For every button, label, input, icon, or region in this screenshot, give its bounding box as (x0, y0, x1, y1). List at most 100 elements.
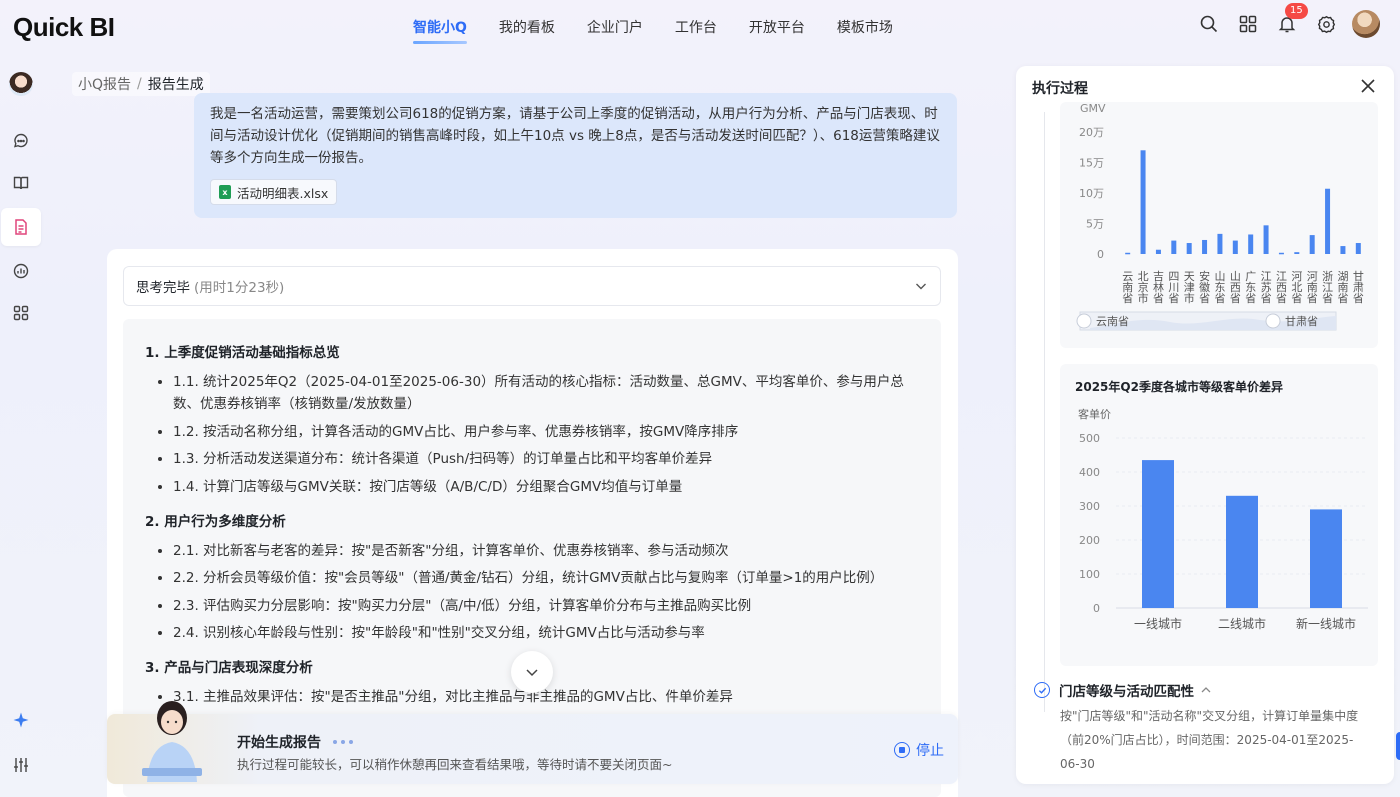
edge-handle[interactable] (1396, 732, 1400, 760)
nav-item-workbench[interactable]: 工作台 (675, 17, 717, 37)
scroll-down-button[interactable] (511, 651, 553, 693)
sparkle-icon[interactable] (6, 705, 36, 735)
plan-item: 2.2. 分析会员等级价值：按"会员等级"（普通/黄金/钻石）分组，统计GMV贡… (173, 567, 919, 589)
bar (1140, 150, 1146, 254)
chart-card-city-tier: 2025年Q2季度各城市等级客单价差异 客单价 0 100 200 300 400 500 一… (1060, 364, 1378, 666)
x-tick-label: 湖南省 (1337, 270, 1348, 305)
book-icon[interactable] (6, 168, 36, 198)
range-slider-end-label: 甘肃省 (1285, 315, 1318, 328)
y-tick-label: 0 (1097, 248, 1104, 261)
nav-item-dashboards[interactable]: 我的看板 (499, 17, 555, 37)
y-tick-label: 200 (1079, 534, 1100, 547)
generating-title: 开始生成报告 (237, 735, 321, 751)
bar (1142, 460, 1174, 608)
header-actions: 15 (1182, 3, 1380, 38)
plan-item: 3.1. 主推品效果评估：按"是否主推品"分组，对比主推品与非主推品的GMV占比… (173, 686, 919, 708)
check-circle-icon (1034, 682, 1050, 698)
step-description: 按"门店等级"和"活动名称"交叉分组，计算订单量集中度（前20%门店占比），时间… (1060, 709, 1359, 771)
loading-dots (333, 740, 357, 744)
notification-bell-icon[interactable]: 15 (1275, 3, 1308, 36)
x-tick-label: 天津市 (1184, 270, 1195, 305)
breadcrumb: 小Q报告 / 报告生成 (72, 72, 210, 96)
y-tick-label: 100 (1079, 568, 1100, 581)
attachment-chip[interactable]: x 活动明细表.xlsx (210, 179, 338, 205)
bar (1232, 240, 1238, 254)
y-tick-label: 20万 (1079, 126, 1104, 139)
range-slider-handle-start (1076, 313, 1092, 329)
plan-item: 1.4. 计算门店等级与GMV关联：按门店等级（A/B/C/D）分组聚合GMV均… (173, 476, 919, 498)
thinking-duration: (用时1分23秒) (194, 280, 285, 296)
stop-icon (894, 742, 910, 758)
analytics-icon[interactable] (6, 256, 36, 286)
close-icon[interactable] (1360, 78, 1376, 98)
x-tick-label: 四川省 (1168, 270, 1179, 305)
y-tick-label: 400 (1079, 466, 1100, 479)
main-nav: 智能小Q 我的看板 企业门户 工作台 开放平台 模板市场 (413, 0, 925, 54)
bar (1263, 225, 1269, 254)
user-query-bubble: 我是一名活动运营，需要策划公司618的促销方案，请基于公司上季度的促销活动，从用… (194, 93, 957, 218)
y-axis-label: GMV (1080, 102, 1106, 115)
gear-icon[interactable] (1314, 12, 1338, 36)
timeline-line (1044, 112, 1045, 712)
bar (1340, 246, 1346, 254)
search-icon[interactable] (1197, 12, 1221, 36)
bar (1278, 252, 1284, 255)
bar (1310, 509, 1342, 608)
grid-apps-icon[interactable] (1236, 12, 1260, 36)
y-tick-label: 500 (1079, 432, 1100, 445)
assistant-avatar[interactable] (9, 72, 33, 96)
x-tick-label: 广东省 (1245, 270, 1256, 305)
x-tick-label: 山东省 (1214, 270, 1225, 305)
range-slider-handle-end (1265, 313, 1281, 329)
plan-item: 2.1. 对比新客与老客的差异：按"是否新客"分组，计算客单价、优惠券核销率、参… (173, 540, 919, 562)
query-text: 我是一名活动运营，需要策划公司618的促销方案，请基于公司上季度的促销活动，从用… (210, 106, 940, 166)
nav-item-open-platform[interactable]: 开放平台 (749, 17, 805, 37)
excel-file-icon: x (219, 185, 231, 199)
y-tick-label: 5万 (1086, 218, 1104, 231)
apps-icon[interactable] (6, 298, 36, 328)
user-avatar[interactable] (1352, 10, 1380, 38)
sliders-icon[interactable] (6, 750, 36, 780)
x-tick-label: 二线城市 (1218, 616, 1266, 631)
report-icon[interactable] (1, 208, 41, 246)
x-tick-label: 一线城市 (1134, 616, 1182, 631)
bar (1325, 188, 1331, 254)
chevron-up-icon[interactable] (1199, 683, 1213, 697)
execution-step[interactable]: 门店等级与活动匹配性 (1034, 680, 1213, 700)
y-tick-label: 10万 (1079, 187, 1104, 200)
bar (1226, 495, 1258, 608)
gmv-by-province-chart: GMV 0 5万 10万 15万 20万云南省北京市吉林省四川省天津市安徽省山东省山西省广… (1076, 102, 1364, 331)
chevron-down-icon[interactable] (914, 279, 928, 297)
step-title: 门店等级与活动匹配性 (1059, 684, 1194, 700)
app-logo[interactable]: Quick BI (13, 12, 115, 43)
plan-item: 1.3. 分析活动发送渠道分布：统计各渠道（Push/扫码等）的订单量占比和平均… (173, 448, 919, 470)
nav-item-smart-q[interactable]: 智能小Q (413, 17, 467, 44)
bar (1202, 239, 1208, 254)
chevron-down-icon (526, 669, 538, 677)
x-tick-label: 江西省 (1276, 270, 1287, 305)
y-axis-label: 客单价 (1078, 407, 1111, 421)
bar (1155, 249, 1161, 254)
chat-icon[interactable] (6, 126, 36, 156)
stop-button[interactable]: 停止 (894, 740, 944, 760)
x-tick-label: 新一线城市 (1296, 616, 1356, 631)
breadcrumb-separator: / (137, 76, 142, 92)
plan-item: 1.2. 按活动名称分组，计算各活动的GMV占比、用户参与率、优惠券核销率，按G… (173, 421, 919, 443)
y-tick-label: 300 (1079, 500, 1100, 513)
x-tick-label: 安徽省 (1199, 269, 1210, 305)
bar (1355, 243, 1361, 254)
nav-item-template-market[interactable]: 模板市场 (837, 17, 893, 37)
bar (1248, 234, 1254, 254)
bar (1309, 235, 1315, 254)
x-tick-label: 云南省 (1122, 270, 1133, 305)
x-tick-label: 山西省 (1230, 270, 1241, 305)
nav-item-portal[interactable]: 企业门户 (587, 17, 643, 37)
breadcrumb-parent[interactable]: 小Q报告 (78, 74, 131, 94)
bar (1171, 240, 1177, 254)
bar (1125, 252, 1131, 255)
bar (1186, 243, 1192, 254)
stop-label: 停止 (916, 743, 944, 759)
notification-badge: 15 (1285, 3, 1308, 19)
thinking-header[interactable]: 思考完毕 (用时1分23秒) (123, 266, 941, 306)
bar (1294, 252, 1300, 254)
